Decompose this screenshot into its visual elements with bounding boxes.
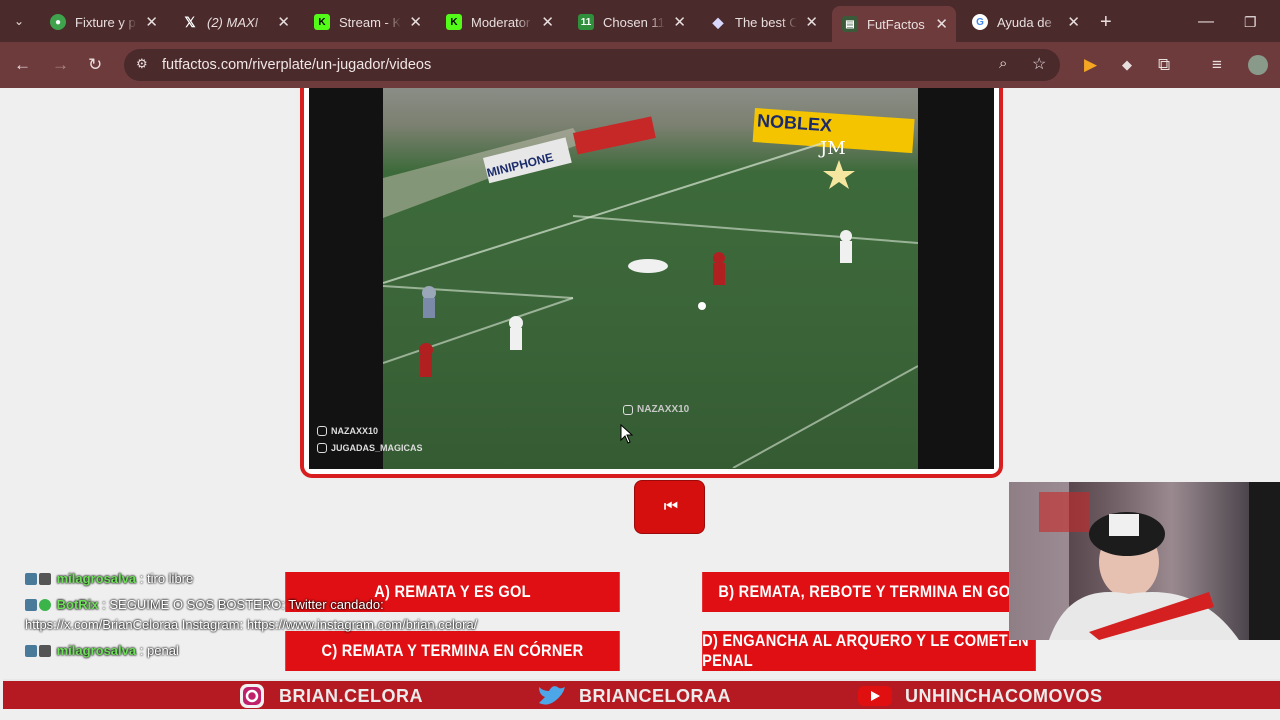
close-tab-icon[interactable]: ✕: [409, 13, 422, 31]
new-tab-button[interactable]: +: [1094, 7, 1112, 37]
instagram-handle: BRIAN.CELORA: [237, 683, 423, 709]
minimize-button[interactable]: —: [1188, 7, 1214, 37]
instagram-icon: [623, 404, 633, 415]
futfactos-icon: ▤: [842, 16, 858, 32]
chat-message: milagrosalva : penal: [25, 643, 179, 658]
x-logo-icon: 𝕏: [184, 13, 196, 30]
tab-maxi[interactable]: 𝕏 (2) MAXI ✕: [172, 7, 298, 37]
play-extension-icon[interactable]: ▶: [1084, 55, 1097, 75]
chat-message: milagrosalva : tiro libre: [25, 571, 193, 586]
badge-icon: [39, 645, 51, 657]
verified-badge-icon: [39, 599, 51, 611]
close-tab-icon[interactable]: ✕: [805, 13, 818, 31]
badge-icon: [25, 645, 37, 657]
option-b-button[interactable]: B) REMATA, REBOTE Y TERMINA EN GOL: [702, 572, 1036, 612]
chat-message-continued: https://x.com/BrianCeloraa Instagram: ht…: [25, 617, 478, 632]
close-tab-icon[interactable]: ✕: [1067, 13, 1080, 31]
tab-search-button[interactable]: ⌄: [6, 8, 34, 34]
rewind-to-start-icon: ⏮: [663, 498, 679, 515]
webcam-overlay: [1009, 482, 1280, 640]
eleven-logo-icon: 11: [578, 14, 594, 30]
media-control-icon[interactable]: ≡: [1212, 55, 1222, 75]
twitter-handle: BRIANCELORAA: [537, 683, 731, 709]
bookmark-star-icon[interactable]: ☆: [1032, 54, 1046, 74]
channel-corner-mark: JM: [820, 138, 846, 159]
option-d-button[interactable]: D) ENGANCHA AL ARQUERO Y LE COMETEN PENA…: [702, 631, 1036, 671]
badge-icon: [25, 599, 37, 611]
close-tab-icon[interactable]: ✕: [935, 15, 948, 33]
close-tab-icon[interactable]: ✕: [277, 13, 290, 31]
close-tab-icon[interactable]: ✕: [145, 13, 158, 31]
tab-ayuda[interactable]: G Ayuda de ✕: [962, 7, 1088, 37]
extension-icon[interactable]: ◆: [1122, 57, 1132, 73]
watermark-center: NAZAXX10: [623, 404, 689, 415]
zoom-icon[interactable]: ⌕: [999, 55, 1007, 72]
tab-chosen[interactable]: 11 Chosen 11 ✕: [568, 7, 694, 37]
google-icon: G: [972, 14, 988, 30]
tab-moderator[interactable]: K Moderator ✕: [436, 7, 562, 37]
restore-button[interactable]: ❐: [1234, 7, 1257, 37]
puzzle-icon[interactable]: ⧉: [1158, 55, 1170, 75]
url-text[interactable]: futfactos.com/riverplate/un-jugador/vide…: [162, 57, 431, 73]
forward-icon[interactable]: →: [52, 55, 69, 75]
instagram-icon: [317, 426, 327, 436]
instagram-icon: [237, 683, 267, 709]
rewind-button[interactable]: ⏮: [634, 480, 705, 534]
browser-tab-strip: ⌄ ● Fixture y p ✕ 𝕏 (2) MAXI ✕ K Stream …: [0, 0, 1280, 42]
badge-icon: [39, 573, 51, 585]
back-icon[interactable]: ←: [14, 55, 31, 75]
watermark-left-1: NAZAXX10: [317, 426, 378, 436]
close-tab-icon[interactable]: ✕: [541, 13, 554, 31]
stream-footer-banner: BRIAN.CELORA BRIANCELORAA UNHINCHACOMOVO…: [3, 679, 1280, 709]
video-frame: NOBLEX MINIPHONE JM NAZAXX10 NAZAXX10 JU…: [300, 88, 1003, 478]
reload-icon[interactable]: ↻: [88, 55, 102, 75]
twitter-bird-icon: [537, 683, 567, 709]
cursor-arrow-icon: [620, 423, 634, 444]
site-info-icon[interactable]: ⚙: [136, 56, 148, 72]
kick-logo-icon: K: [314, 14, 330, 30]
diamond-icon: ◆: [712, 13, 724, 30]
tab-fixture[interactable]: ● Fixture y p ✕: [40, 7, 166, 37]
close-tab-icon[interactable]: ✕: [673, 13, 686, 31]
address-bar[interactable]: ⚙ futfactos.com/riverplate/un-jugador/vi…: [124, 49, 1060, 81]
soccer-ball-icon: ●: [50, 14, 66, 30]
profile-avatar[interactable]: [1248, 55, 1268, 75]
kick-logo-icon: K: [446, 14, 462, 30]
video-player[interactable]: NOBLEX MINIPHONE JM NAZAXX10 NAZAXX10 JU…: [309, 88, 994, 469]
tab-futfactos[interactable]: ▤ FutFactos ✕: [832, 6, 956, 42]
watermark-left-2: JUGADAS_MAGICAS: [317, 443, 423, 453]
youtube-handle: UNHINCHACOMOVOS: [857, 683, 1103, 709]
webcam-image: [1009, 482, 1280, 640]
chat-message: BotRix : SEGUIME O SOS BOSTERO: Twitter …: [25, 597, 384, 612]
instagram-icon: [317, 443, 327, 453]
badge-icon: [25, 573, 37, 585]
tab-stream[interactable]: K Stream - K ✕: [304, 7, 430, 37]
tab-the-best[interactable]: ◆ The best C ✕: [700, 7, 826, 37]
option-c-button[interactable]: C) REMATA Y TERMINA EN CÓRNER: [285, 631, 620, 671]
youtube-icon: [857, 683, 893, 709]
